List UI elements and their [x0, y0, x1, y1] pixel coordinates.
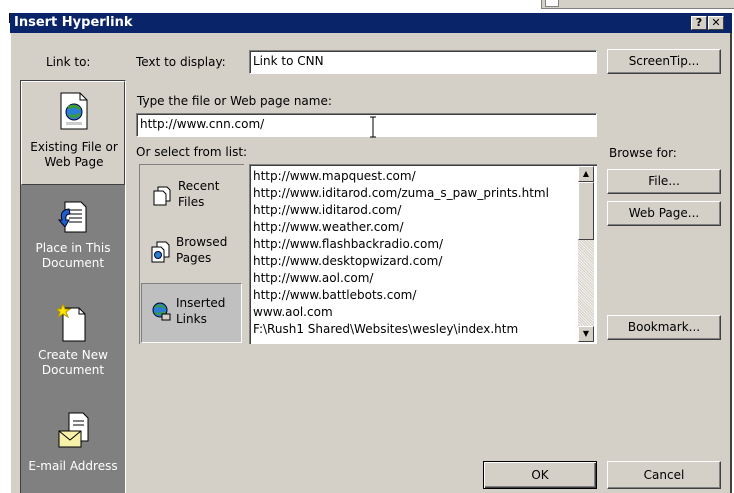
background-window-control — [545, 0, 559, 7]
text-to-display-field[interactable]: Link to CNN — [249, 50, 597, 74]
place-in-document-icon — [57, 201, 87, 233]
subnav-label: Links — [176, 312, 207, 326]
browsed-pages-icon — [151, 241, 170, 263]
web-page-icon — [60, 92, 88, 130]
text-to-display-label: Text to display: — [136, 55, 226, 69]
list-item[interactable]: http://www.flashbackradio.com/ — [253, 236, 443, 252]
list-item[interactable]: http://www.aol.com/ — [253, 270, 373, 286]
sidebar-item-existing-file[interactable]: Existing File or Web Page — [21, 81, 125, 185]
subnav-label: Pages — [176, 251, 212, 265]
bookmark-button[interactable]: Bookmark... — [607, 315, 721, 340]
address-field[interactable]: http://www.cnn.com/ — [136, 113, 597, 137]
close-button[interactable]: ✕ — [708, 16, 724, 30]
email-icon — [58, 412, 89, 448]
scroll-up-icon[interactable]: ▲ — [578, 166, 594, 182]
subnav-label: Browsed — [176, 235, 228, 249]
subnav-label: Recent — [178, 179, 220, 193]
browse-web-page-button[interactable]: Web Page... — [607, 201, 721, 226]
subnav-recent-files[interactable]: Recent Files — [141, 176, 242, 224]
sidebar-item-place-in-document[interactable]: Place in This Document — [21, 190, 125, 286]
select-from-list-label: Or select from list: — [136, 145, 248, 159]
scroll-down-icon[interactable]: ▼ — [578, 326, 594, 342]
scrollbar-thumb[interactable] — [578, 182, 594, 240]
list-item[interactable]: http://www.iditarod.com/ — [253, 202, 401, 218]
sidebar-item-label: Place in This — [35, 241, 111, 255]
browse-file-button[interactable]: File... — [607, 169, 721, 194]
sidebar-item-create-new-document[interactable]: Create New Document — [21, 296, 125, 392]
inserted-links-icon — [152, 302, 171, 321]
dialog-title: Insert Hyperlink — [14, 15, 133, 30]
ok-button[interactable]: OK — [483, 461, 597, 489]
sidebar-item-label: Document — [41, 363, 105, 377]
background-left-edge — [0, 13, 10, 493]
list-item[interactable]: F:\Rush1 Shared\Websites\wesley\index.ht… — [253, 321, 518, 337]
sidebar-item-label: Document — [41, 256, 105, 270]
subnav-browsed-pages[interactable]: Browsed Pages — [141, 233, 242, 279]
list-item[interactable]: http://www.iditarod.com/zuma_s_paw_print… — [253, 185, 549, 201]
sidebar-item-email-address[interactable]: E-mail Address — [21, 405, 125, 485]
background-window-edge — [541, 0, 734, 9]
sidebar-item-label: Existing File or — [30, 140, 118, 154]
list-item[interactable]: http://www.weather.com/ — [253, 219, 403, 235]
sidebar-item-label: Web Page — [44, 155, 104, 169]
list-item[interactable]: www.aol.com — [253, 304, 333, 320]
recent-files-icon — [153, 186, 171, 206]
cancel-button[interactable]: Cancel — [607, 461, 721, 489]
help-button[interactable]: ? — [691, 16, 707, 30]
new-document-icon — [57, 304, 86, 342]
subnav-label: Files — [178, 195, 205, 209]
dialog-titlebar[interactable]: Insert Hyperlink — [10, 13, 732, 33]
sidebar-item-label: E-mail Address — [28, 459, 118, 473]
list-item[interactable]: http://www.desktopwizard.com/ — [253, 253, 442, 269]
subnav-label: Inserted — [176, 296, 226, 310]
sidebar-item-label: Create New — [38, 348, 108, 362]
url-list[interactable]: http://www.mapquest.com/ http://www.idit… — [249, 164, 597, 344]
link-to-label: Link to: — [46, 55, 91, 69]
screentip-button[interactable]: ScreenTip... — [607, 49, 721, 74]
list-item[interactable]: http://www.mapquest.com/ — [253, 168, 416, 184]
address-label: Type the file or Web page name: — [137, 94, 332, 108]
subnav-inserted-links[interactable]: Inserted Links — [141, 283, 242, 343]
browse-for-label: Browse for: — [609, 146, 677, 160]
text-cursor-icon — [370, 116, 376, 138]
list-item[interactable]: http://www.battlebots.com/ — [253, 287, 416, 303]
